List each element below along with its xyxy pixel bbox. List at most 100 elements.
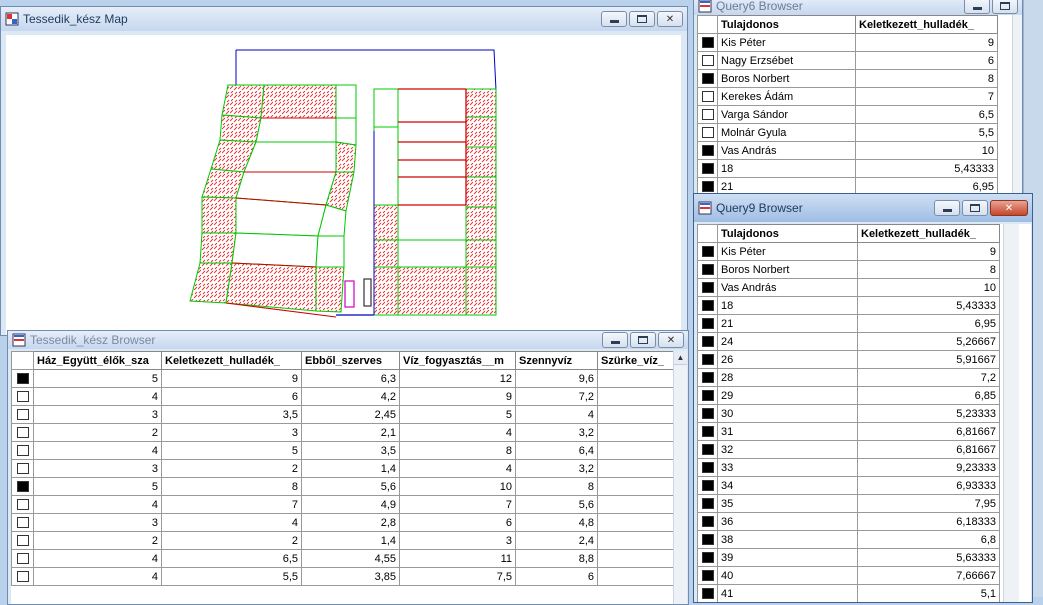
close-button[interactable]: ✕ xyxy=(990,200,1028,216)
row-select-checkbox[interactable] xyxy=(697,141,718,160)
row-select-checkbox[interactable] xyxy=(11,405,34,424)
table-cell[interactable]: 3,2 xyxy=(515,423,598,442)
column-header[interactable]: Keletkezett_hulladék_ xyxy=(857,224,1000,243)
table-cell[interactable]: 5,23333 xyxy=(857,404,1000,423)
table-cell[interactable]: 5 xyxy=(33,369,162,388)
row-select-checkbox[interactable] xyxy=(697,69,718,88)
table-row[interactable]: 18 5,43333 xyxy=(697,159,998,178)
table-cell[interactable]: 1,4 xyxy=(301,459,400,478)
table-cell[interactable]: 4 xyxy=(399,423,516,442)
table-cell[interactable]: 7 xyxy=(399,495,516,514)
table-row[interactable]: 3 3,5 2,45 5 4 xyxy=(11,405,674,424)
row-select-checkbox[interactable] xyxy=(697,548,718,567)
row-select-checkbox[interactable] xyxy=(697,332,718,351)
row-select-checkbox[interactable] xyxy=(11,531,34,550)
table-cell[interactable]: 6,4 xyxy=(515,441,598,460)
table-cell[interactable]: 6,5 xyxy=(161,549,302,568)
row-select-checkbox[interactable] xyxy=(697,404,718,423)
table-row[interactable]: Nagy Erzsébet 6 xyxy=(697,51,998,70)
table-cell[interactable]: 5,1 xyxy=(857,584,1000,602)
row-select-checkbox[interactable] xyxy=(697,123,718,142)
table-cell[interactable] xyxy=(597,477,674,496)
table-cell[interactable]: 5,6 xyxy=(515,495,598,514)
close-button[interactable]: ✕ xyxy=(658,332,684,348)
row-select-checkbox[interactable] xyxy=(11,423,34,442)
table-cell[interactable]: 7,5 xyxy=(399,567,516,586)
table-cell[interactable]: 8 xyxy=(161,477,302,496)
table-cell[interactable]: 6 xyxy=(855,51,998,70)
table-cell[interactable]: 4 xyxy=(33,549,162,568)
table-cell[interactable]: 4 xyxy=(515,405,598,424)
table-cell[interactable]: 8 xyxy=(857,260,1000,279)
row-select-checkbox[interactable] xyxy=(11,567,34,586)
table-cell[interactable]: 40 xyxy=(717,566,858,585)
table-row[interactable]: Varga Sándor 6,5 xyxy=(697,105,998,124)
table-cell[interactable]: 1,4 xyxy=(301,531,400,550)
table-row[interactable]: 3 4 2,8 6 4,8 xyxy=(11,513,674,532)
browser-window-titlebar[interactable]: Tessedik_kész Browser ✕ xyxy=(8,331,688,349)
table-cell[interactable]: 2 xyxy=(33,531,162,550)
table-cell[interactable]: 9 xyxy=(399,387,516,406)
minimize-button[interactable] xyxy=(934,200,960,216)
table-row[interactable]: 3 2 1,4 4 3,2 xyxy=(11,459,674,478)
table-row[interactable]: Molnár Gyula 5,5 xyxy=(697,123,998,142)
minimize-button[interactable] xyxy=(601,11,627,27)
table-cell[interactable]: 26 xyxy=(717,350,858,369)
row-select-checkbox[interactable] xyxy=(11,549,34,568)
table-cell[interactable]: 39 xyxy=(717,548,858,567)
table-cell[interactable]: 36 xyxy=(717,512,858,531)
column-header[interactable]: Keletkezett_hulladék_ xyxy=(855,15,998,34)
query9-titlebar[interactable]: Query9 Browser ✕ xyxy=(694,194,1032,222)
minimize-button[interactable] xyxy=(602,332,628,348)
table-row[interactable]: 4 6 4,2 9 7,2 xyxy=(11,387,674,406)
row-select-checkbox[interactable] xyxy=(697,260,718,279)
table-cell[interactable] xyxy=(597,459,674,478)
table-row[interactable]: Kis Péter 9 xyxy=(697,33,998,52)
table-cell[interactable]: 6,8 xyxy=(857,530,1000,549)
row-select-checkbox[interactable] xyxy=(697,458,718,477)
row-select-checkbox[interactable] xyxy=(697,566,718,585)
row-select-checkbox[interactable] xyxy=(11,459,34,478)
row-select-checkbox[interactable] xyxy=(697,242,718,261)
table-cell[interactable] xyxy=(597,495,674,514)
table-row[interactable]: 24 5,26667 xyxy=(697,332,1000,351)
table-row[interactable]: Boros Norbert 8 xyxy=(697,260,1000,279)
table-cell[interactable]: 8 xyxy=(515,477,598,496)
table-row[interactable]: 4 5 3,5 8 6,4 xyxy=(11,441,674,460)
table-cell[interactable]: 32 xyxy=(717,440,858,459)
row-select-checkbox[interactable] xyxy=(697,368,718,387)
table-row[interactable]: 5 9 6,3 12 9,6 xyxy=(11,369,674,388)
row-select-checkbox[interactable] xyxy=(697,530,718,549)
table-cell[interactable]: 29 xyxy=(717,386,858,405)
table-row[interactable]: 34 6,93333 xyxy=(697,476,1000,495)
table-cell[interactable]: 12 xyxy=(399,369,516,388)
table-row[interactable]: Vas András 10 xyxy=(697,141,998,160)
table-cell[interactable]: 5,63333 xyxy=(857,548,1000,567)
table-cell[interactable]: Kis Péter xyxy=(717,242,858,261)
table-cell[interactable]: 5 xyxy=(161,441,302,460)
maximize-button[interactable] xyxy=(962,200,988,216)
table-cell[interactable]: 2 xyxy=(161,459,302,478)
table-row[interactable]: 18 5,43333 xyxy=(697,296,1000,315)
table-cell[interactable] xyxy=(597,549,674,568)
table-row[interactable]: 30 5,23333 xyxy=(697,404,1000,423)
table-cell[interactable]: 6 xyxy=(515,567,598,586)
row-select-checkbox[interactable] xyxy=(697,159,718,178)
table-row[interactable]: 29 6,85 xyxy=(697,386,1000,405)
column-header[interactable]: Ebből_szerves xyxy=(301,351,400,370)
table-cell[interactable]: 4,2 xyxy=(301,387,400,406)
table-cell[interactable]: 4,9 xyxy=(301,495,400,514)
table-cell[interactable]: 9,23333 xyxy=(857,458,1000,477)
table-cell[interactable]: 31 xyxy=(717,422,858,441)
scroll-up-icon[interactable]: ▲ xyxy=(674,351,687,365)
table-cell[interactable]: 7,95 xyxy=(857,494,1000,513)
column-header[interactable]: Szürke_víz_ xyxy=(597,351,674,370)
table-cell[interactable]: 5 xyxy=(399,405,516,424)
table-cell[interactable]: 8 xyxy=(399,441,516,460)
table-cell[interactable] xyxy=(597,405,674,424)
table-cell[interactable]: 35 xyxy=(717,494,858,513)
row-select-checkbox[interactable] xyxy=(11,441,34,460)
table-cell[interactable] xyxy=(597,513,674,532)
table-cell[interactable]: 6,93333 xyxy=(857,476,1000,495)
table-row[interactable]: Kis Péter 9 xyxy=(697,242,1000,261)
